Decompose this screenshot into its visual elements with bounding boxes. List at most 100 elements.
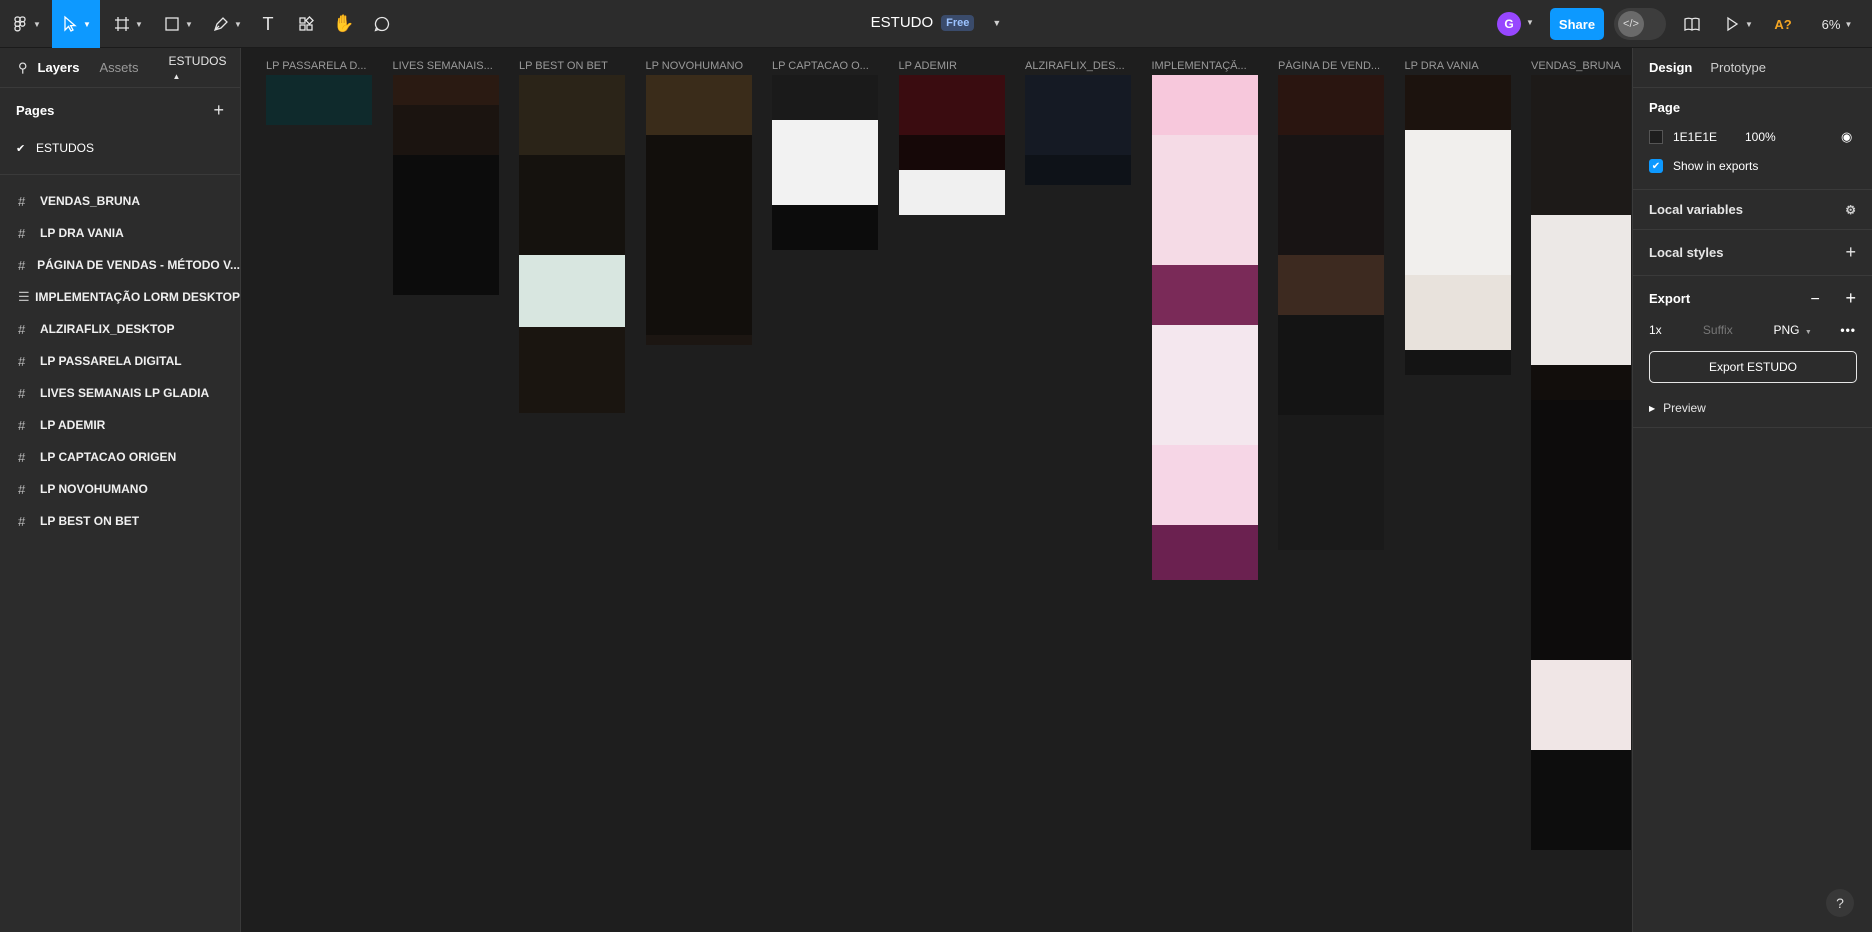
dev-mode-toggle[interactable]: </> bbox=[1614, 8, 1666, 40]
export-format-select[interactable]: PNG ▼ bbox=[1773, 323, 1827, 337]
chevron-down-icon[interactable]: ▼ bbox=[1526, 18, 1534, 27]
frame-label[interactable]: LIVES SEMANAIS... bbox=[393, 60, 497, 72]
layer-item[interactable]: # ALZIRAFLIX_DESKTOP bbox=[0, 313, 240, 345]
caret-right-icon[interactable]: ▶ bbox=[1649, 404, 1655, 413]
frame-label[interactable]: LP CAPTACAO O... bbox=[772, 60, 876, 72]
layer-item[interactable]: # LP CAPTACAO ORIGEN bbox=[0, 441, 240, 473]
pen-tool-button[interactable]: ▼ bbox=[207, 8, 247, 40]
local-variables-title[interactable]: Local variables bbox=[1649, 202, 1743, 217]
chevron-down-icon: ▼ bbox=[1844, 19, 1853, 29]
library-button[interactable] bbox=[1676, 8, 1708, 40]
frame-thumbnail[interactable] bbox=[266, 75, 372, 125]
layer-item-label: LP BEST ON BET bbox=[40, 514, 140, 528]
layer-item-label: IMPLEMENTAÇÃO LORM DESKTOP bbox=[35, 290, 240, 304]
add-page-icon[interactable]: + bbox=[213, 100, 224, 121]
layer-item[interactable]: # LP NOVOHUMANO bbox=[0, 473, 240, 505]
layer-item[interactable]: # LIVES SEMANAIS LP GLADIA bbox=[0, 377, 240, 409]
page-selector-label: ESTUDOS bbox=[168, 53, 227, 68]
frame-label[interactable]: LP DRA VANIA bbox=[1405, 60, 1509, 72]
layer-item[interactable]: # LP DRA VANIA bbox=[0, 217, 240, 249]
frame-thumbnail[interactable] bbox=[898, 75, 1005, 215]
chevron-down-icon: ▼ bbox=[1804, 329, 1812, 336]
add-style-icon[interactable]: + bbox=[1845, 242, 1856, 263]
frame-label[interactable]: LP BEST ON BET bbox=[519, 60, 623, 72]
frame-label[interactable]: ALZIRAFLIX_DES... bbox=[1025, 60, 1129, 72]
frame-thumbnail[interactable] bbox=[1025, 75, 1131, 185]
section-icon: ☰ bbox=[18, 289, 30, 304]
layer-item[interactable]: # PÁGINA DE VENDAS - MÉTODO V... bbox=[0, 249, 240, 281]
file-name[interactable]: ESTUDO bbox=[871, 14, 934, 31]
variables-icon[interactable]: ⚙ bbox=[1845, 203, 1856, 217]
bg-opacity-field[interactable]: 100% bbox=[1745, 130, 1841, 144]
layer-item[interactable]: # LP ADEMIR bbox=[0, 409, 240, 441]
frame-label[interactable]: PÁGINA DE VEND... bbox=[1278, 60, 1382, 72]
shape-tool-button[interactable]: ▼ bbox=[158, 8, 198, 40]
layer-item[interactable]: # VENDAS_BRUNA bbox=[0, 185, 240, 217]
frame-section bbox=[1531, 660, 1631, 750]
avatar[interactable]: G bbox=[1497, 12, 1521, 36]
present-button[interactable]: ▼ bbox=[1720, 8, 1756, 40]
show-in-exports-checkbox[interactable]: ✔ bbox=[1649, 159, 1663, 173]
tab-layers[interactable]: Layers bbox=[38, 60, 80, 75]
layer-item[interactable]: # LP BEST ON BET bbox=[0, 505, 240, 537]
move-tool-button[interactable]: ▼ bbox=[52, 0, 100, 48]
page-section-title: Page bbox=[1649, 100, 1681, 115]
frame-label[interactable]: IMPLEMENTAÇÃ... bbox=[1152, 60, 1256, 72]
share-button[interactable]: Share bbox=[1550, 8, 1604, 40]
add-export-icon[interactable]: + bbox=[1845, 288, 1856, 308]
frame-section bbox=[645, 135, 752, 335]
chevron-down-icon[interactable]: ▼ bbox=[992, 18, 1001, 28]
frame-section bbox=[1531, 750, 1631, 850]
frame-thumbnail[interactable] bbox=[645, 75, 752, 345]
main-menu-button[interactable]: ▼ bbox=[10, 8, 42, 40]
chevron-up-icon: ▲ bbox=[172, 71, 181, 81]
frame-thumbnail[interactable] bbox=[1531, 75, 1631, 850]
frame-thumbnail[interactable] bbox=[392, 75, 499, 295]
layer-item-label: LIVES SEMANAIS LP GLADIA bbox=[40, 386, 210, 400]
frame-label[interactable]: LP ADEMIR bbox=[899, 60, 1003, 72]
frame-thumbnail[interactable] bbox=[1404, 75, 1511, 375]
frame-tool-button[interactable]: ▼ bbox=[108, 8, 148, 40]
show-in-exports-label: Show in exports bbox=[1673, 159, 1759, 173]
ai-button[interactable]: A? bbox=[1770, 8, 1796, 40]
frame-icon: # bbox=[18, 257, 26, 273]
tab-design[interactable]: Design bbox=[1649, 60, 1692, 75]
preview-label[interactable]: Preview bbox=[1663, 401, 1706, 415]
chevron-down-icon: ▼ bbox=[33, 19, 41, 29]
frame-label[interactable]: LP NOVOHUMANO bbox=[646, 60, 750, 72]
layer-item[interactable]: ☰ IMPLEMENTAÇÃO LORM DESKTOP bbox=[0, 281, 240, 313]
frame-thumbnail[interactable] bbox=[519, 75, 625, 413]
export-suffix-input[interactable]: Suffix bbox=[1703, 323, 1774, 337]
layer-item[interactable]: # LP PASSARELA DIGITAL bbox=[0, 345, 240, 377]
tab-assets[interactable]: Assets bbox=[99, 60, 138, 75]
frame-icon: # bbox=[18, 353, 26, 369]
frame-icon: # bbox=[18, 449, 26, 465]
page-selector[interactable]: ESTUDOS ▲ bbox=[168, 54, 240, 82]
frame-label[interactable]: LP PASSARELA D... bbox=[266, 60, 370, 72]
frame-section bbox=[519, 155, 625, 255]
color-swatch[interactable] bbox=[1649, 130, 1663, 144]
help-button[interactable]: ? bbox=[1826, 889, 1854, 917]
hand-tool-button[interactable]: ✋ bbox=[328, 8, 360, 40]
bg-hex-field[interactable]: 1E1E1E bbox=[1673, 130, 1745, 144]
more-options-icon[interactable]: ••• bbox=[1840, 323, 1856, 337]
eye-icon[interactable]: ◉ bbox=[1841, 129, 1852, 145]
export-scale-select[interactable]: 1x bbox=[1649, 323, 1703, 337]
frame-thumbnail[interactable] bbox=[1278, 75, 1384, 550]
canvas[interactable]: LP PASSARELA D... LIVES SEMANAIS... LP BES… bbox=[242, 48, 1631, 932]
frame-thumbnail[interactable] bbox=[772, 75, 878, 250]
resources-icon bbox=[299, 16, 314, 31]
zoom-control[interactable]: 6% ▼ bbox=[1814, 8, 1860, 40]
resources-button[interactable] bbox=[290, 8, 322, 40]
frame-label[interactable]: VENDAS_BRUNA bbox=[1531, 60, 1631, 72]
search-icon[interactable]: ⚲ bbox=[18, 60, 28, 76]
frame-thumbnail[interactable] bbox=[1151, 75, 1258, 580]
text-tool-button[interactable]: T bbox=[252, 8, 284, 40]
remove-export-icon[interactable]: − bbox=[1811, 291, 1820, 308]
tab-prototype[interactable]: Prototype bbox=[1710, 60, 1766, 75]
page-item[interactable]: ✔ ESTUDOS bbox=[0, 132, 240, 164]
pen-icon bbox=[214, 17, 228, 32]
comment-tool-button[interactable] bbox=[366, 8, 398, 40]
export-button[interactable]: Export ESTUDO bbox=[1649, 351, 1857, 383]
frame-section bbox=[392, 75, 499, 105]
